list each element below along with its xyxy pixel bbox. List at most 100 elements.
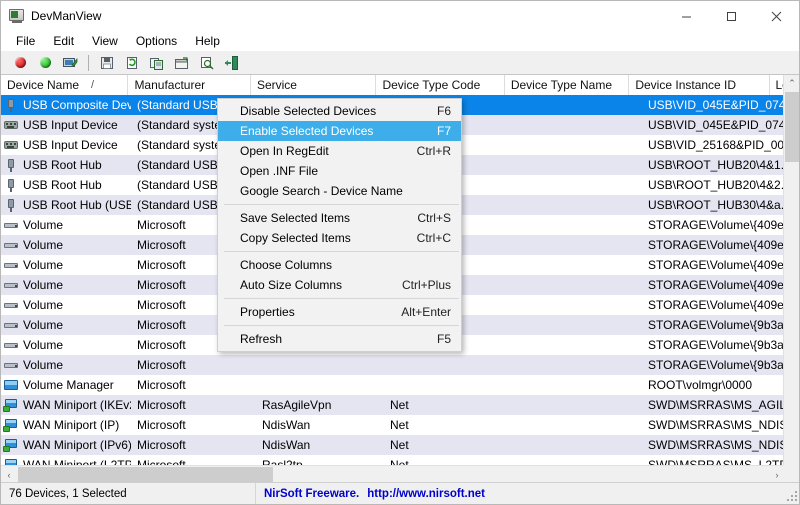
cell-name: Volume <box>1 255 131 275</box>
toolbar <box>1 51 799 75</box>
ctx-enable-selected-devices[interactable]: Enable Selected Devices F7 <box>218 121 461 141</box>
resize-grip-icon[interactable] <box>787 490 799 503</box>
column-header-label: Device Name <box>7 78 80 92</box>
table-row[interactable]: WAN Miniport (IP) Microsoft NdisWan Net SWD\… <box>1 415 799 435</box>
ctx-open-inf-file[interactable]: Open .INF File <box>218 161 461 181</box>
scroll-left-icon[interactable]: ‹ <box>1 466 17 483</box>
cell-name: Volume <box>1 295 131 315</box>
table-row[interactable]: Volume Microsoft STORAGE\Volume\{9b3a... <box>1 355 799 375</box>
menu-edit[interactable]: Edit <box>44 32 83 50</box>
volume-icon <box>3 217 19 233</box>
menu-file[interactable]: File <box>7 32 44 50</box>
cell-instance-id: STORAGE\Volume\{9b3a... <box>642 355 785 375</box>
menu-options[interactable]: Options <box>127 32 186 50</box>
cell-manufacturer: Microsoft <box>131 415 256 435</box>
horizontal-scrollbar[interactable]: ‹ › <box>1 465 785 482</box>
ctx-open-in-regedit[interactable]: Open In RegEdit Ctrl+R <box>218 141 461 161</box>
cell-service: NdisWan <box>256 415 384 435</box>
cell-name: USB Composite Device <box>1 95 131 115</box>
table-row[interactable]: WAN Miniport (IKEv2) Microsoft RasAgileVpn… <box>1 395 799 415</box>
vertical-scrollbar[interactable]: ⌃ ⌄ <box>783 75 799 480</box>
cell-text: Microsoft <box>137 378 186 392</box>
table-row[interactable]: Volume Manager Microsoft ROOT\volmgr\0000 <box>1 375 799 395</box>
ctx-choose-columns[interactable]: Choose Columns <box>218 255 461 275</box>
volume-icon <box>3 297 19 313</box>
minimize-button[interactable] <box>664 1 709 31</box>
context-menu-item-accelerator: Ctrl+S <box>417 211 451 225</box>
cell-name: USB Root Hub <box>1 175 131 195</box>
menu-help[interactable]: Help <box>186 32 229 50</box>
enable-devices-button[interactable] <box>34 53 56 73</box>
volume-icon <box>3 337 19 353</box>
ctx-properties[interactable]: Properties Alt+Enter <box>218 302 461 322</box>
cell-text: Microsoft <box>137 318 186 332</box>
usb-icon <box>3 97 19 113</box>
cell-text: RasAgileVpn <box>262 398 332 412</box>
cell-text: Microsoft <box>137 278 186 292</box>
list-header: Device Name / Manufacturer Service Device Ty… <box>1 75 799 95</box>
column-header-service[interactable]: Service <box>250 75 377 95</box>
column-header-device-instance-id[interactable]: Device Instance ID <box>629 75 770 95</box>
cell-manufacturer: Microsoft <box>131 395 256 415</box>
properties-button[interactable] <box>171 53 193 73</box>
ctx-auto-size-columns[interactable]: Auto Size Columns Ctrl+Plus <box>218 275 461 295</box>
cell-instance-id: USB\VID_045E&PID_074... <box>642 95 785 115</box>
cell-type-name <box>515 215 642 235</box>
ctx-save-selected-items[interactable]: Save Selected Items Ctrl+S <box>218 208 461 228</box>
cell-name: Volume Manager <box>1 375 131 395</box>
ctx-disable-selected-devices[interactable]: Disable Selected Devices F6 <box>218 101 461 121</box>
close-button[interactable] <box>754 1 799 31</box>
column-header-label: Device Type Name <box>510 78 612 92</box>
ctx-google-search-device-name[interactable]: Google Search - Device Name <box>218 181 461 201</box>
save-button[interactable] <box>96 53 118 73</box>
volume-icon <box>3 277 19 293</box>
cell-text: STORAGE\Volume\{409e... <box>648 238 785 252</box>
cell-type-name <box>515 415 642 435</box>
find-icon <box>201 56 214 69</box>
context-menu-item-label: Open .INF File <box>240 164 319 178</box>
cell-text: ROOT\volmgr\0000 <box>648 378 753 392</box>
cell-text: Microsoft <box>137 218 186 232</box>
copy-button[interactable] <box>146 53 168 73</box>
ctx-refresh[interactable]: Refresh F5 <box>218 329 461 349</box>
column-header-manufacturer[interactable]: Manufacturer <box>128 75 251 95</box>
cell-text: Volume <box>23 238 64 252</box>
html-report-button[interactable] <box>121 53 143 73</box>
cell-instance-id: USB\ROOT_HUB30\4&a... <box>642 195 785 215</box>
cell-name: USB Root Hub <box>1 155 131 175</box>
table-row[interactable]: WAN Miniport (IPv6) Microsoft NdisWan Net SW… <box>1 435 799 455</box>
cell-type-name <box>515 175 642 195</box>
column-header-device-type-code[interactable]: Device Type Code <box>376 75 505 95</box>
cell-type-name <box>515 255 642 275</box>
red-dot-icon <box>14 57 26 68</box>
nirsoft-link[interactable]: http://www.nirsoft.net <box>367 488 485 500</box>
cell-type-name <box>515 355 642 375</box>
exit-button[interactable] <box>221 53 243 73</box>
device-properties-button[interactable] <box>59 53 81 73</box>
cell-type-name <box>515 235 642 255</box>
scroll-up-icon[interactable]: ⌃ <box>784 75 799 91</box>
cell-service: NdisWan <box>256 435 384 455</box>
horizontal-scroll-thumb[interactable] <box>18 467 273 482</box>
cell-text: USB Input Device <box>23 118 118 132</box>
cell-type-code: Net <box>384 415 515 435</box>
cell-text: USB\ROOT_HUB30\4&a... <box>648 198 785 212</box>
cell-service <box>256 375 384 395</box>
cell-instance-id: STORAGE\Volume\{409e... <box>642 255 785 275</box>
cell-name: USB Root Hub (USB 3.0) <box>1 195 131 215</box>
maximize-button[interactable] <box>709 1 754 31</box>
disable-devices-button[interactable] <box>9 53 31 73</box>
menu-view[interactable]: View <box>83 32 127 50</box>
column-header-device-name[interactable]: Device Name / <box>1 75 129 95</box>
scrollbar-corner <box>783 465 799 482</box>
context-menu[interactable]: Disable Selected Devices F6 Enable Selecte… <box>217 98 462 352</box>
vertical-scroll-thumb[interactable] <box>785 92 799 162</box>
ctx-copy-selected-items[interactable]: Copy Selected Items Ctrl+C <box>218 228 461 248</box>
context-menu-item-label: Refresh <box>240 332 283 346</box>
cell-text: Volume <box>23 358 64 372</box>
cell-manufacturer: Microsoft <box>131 355 256 375</box>
column-header-device-type-name[interactable]: Device Type Name <box>504 75 630 95</box>
cell-instance-id: USB\ROOT_HUB20\4&1... <box>642 155 785 175</box>
cell-text: USB Composite Device <box>23 98 131 112</box>
find-button[interactable] <box>196 53 218 73</box>
